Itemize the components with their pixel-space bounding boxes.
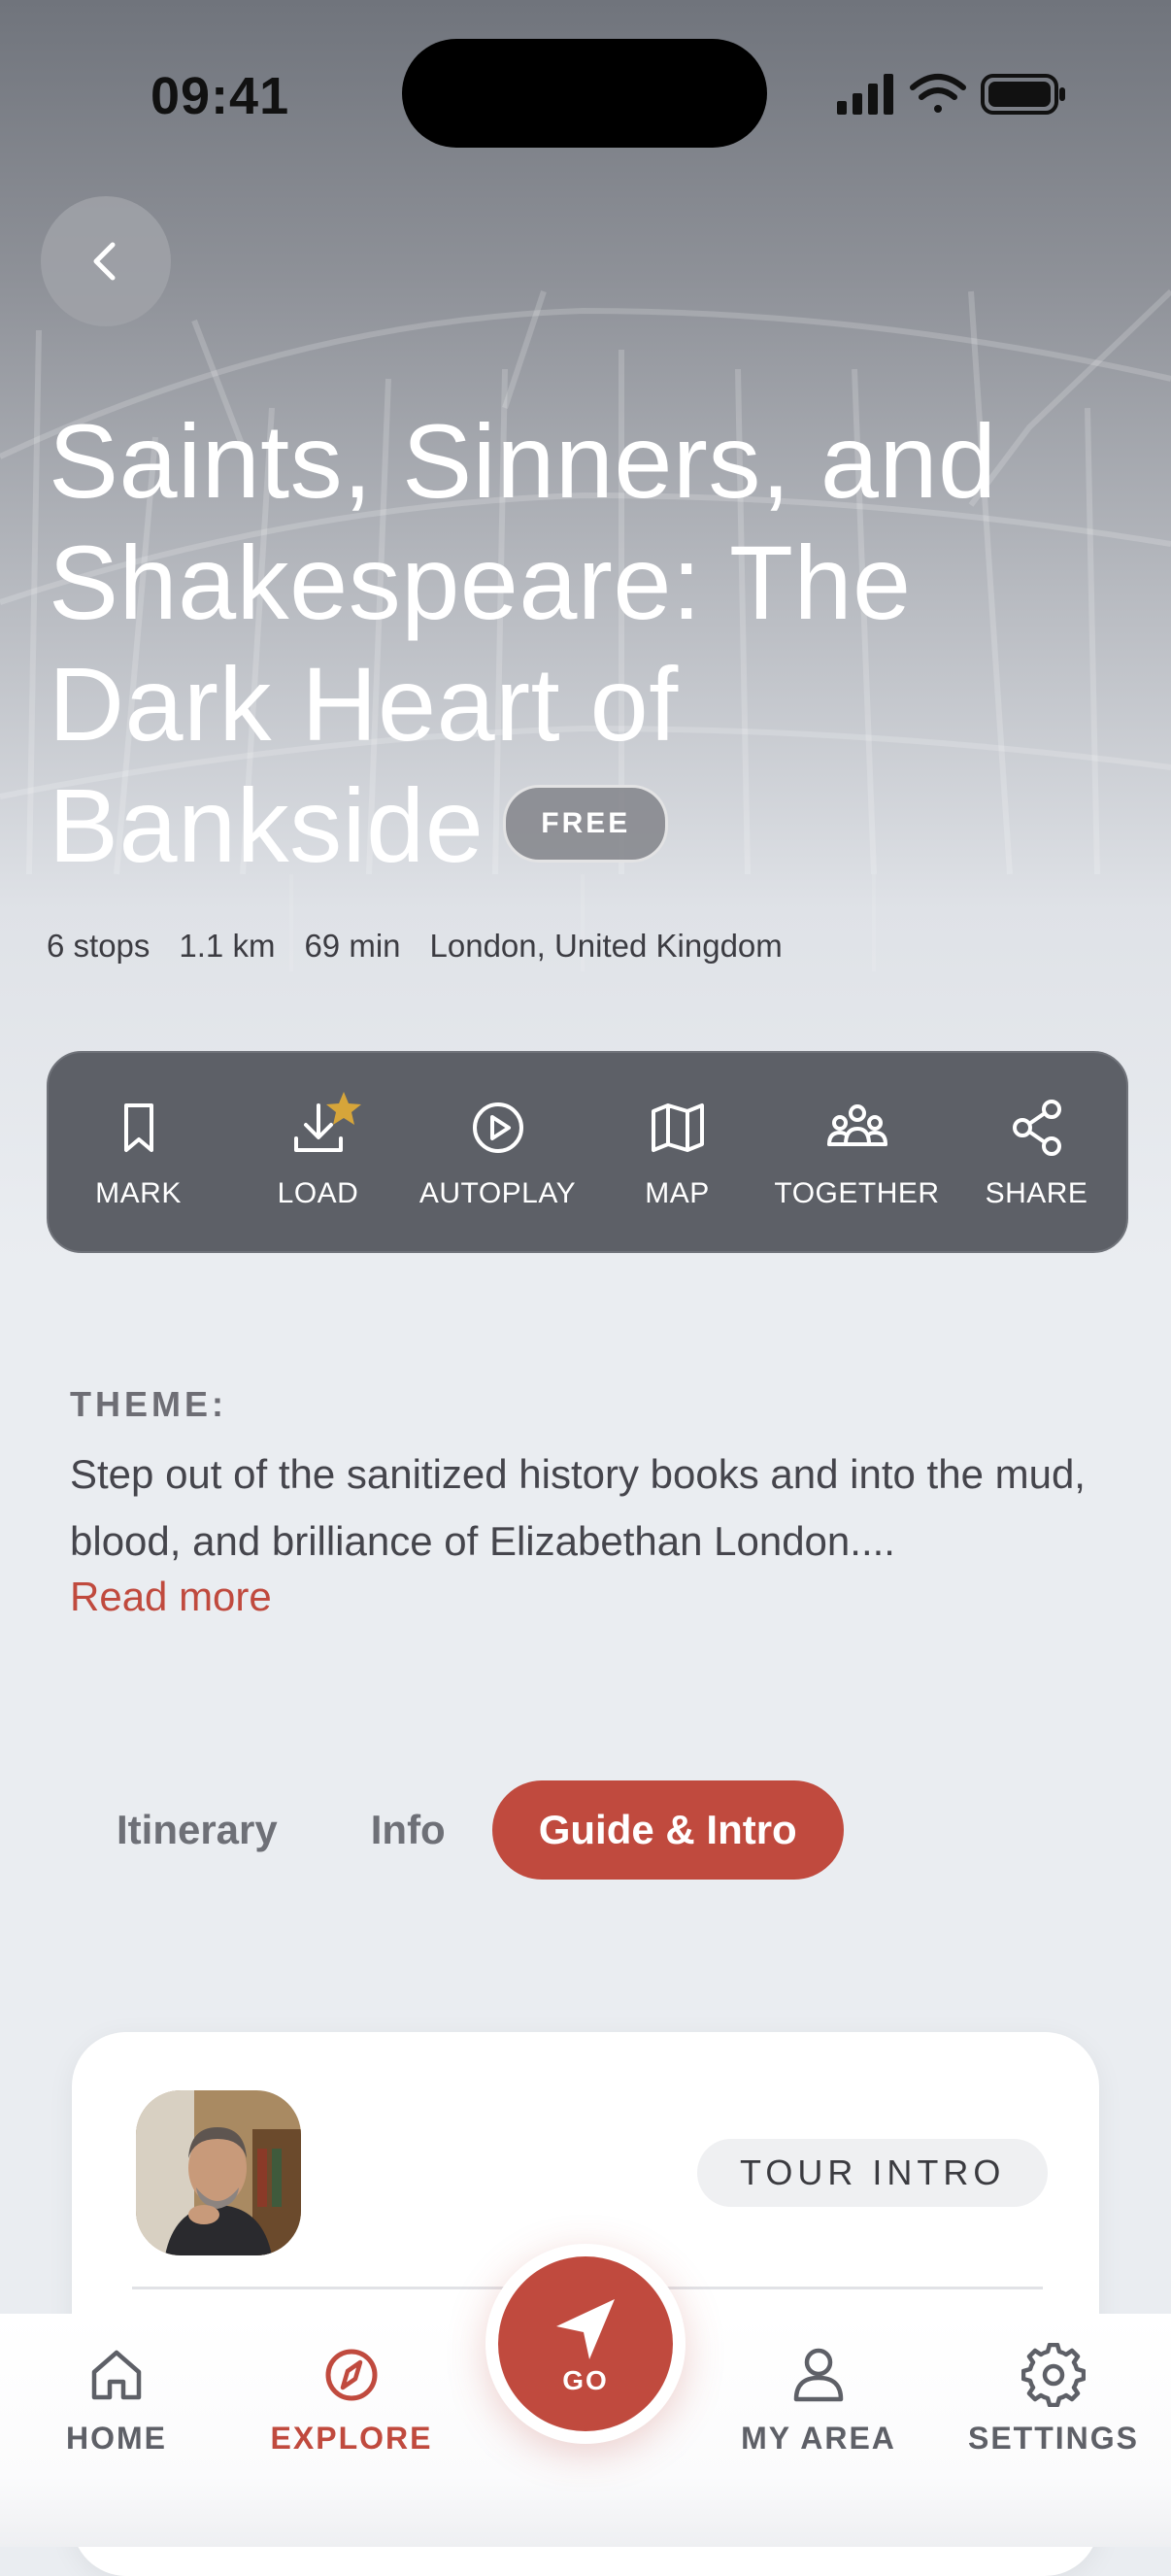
share-icon [1012,1100,1061,1156]
dynamic-island [402,39,767,148]
guide-avatar [136,2090,301,2255]
nav-settings[interactable]: SETTINGS [942,2343,1165,2457]
mark-button[interactable]: MARK [49,1053,228,1251]
home-icon [91,2350,142,2400]
meta-duration: 69 min [304,928,401,964]
tab-itinerary[interactable]: Itinerary [70,1780,324,1880]
meta-distance: 1.1 km [179,928,276,964]
theme-description: Step out of the sanitized history books … [70,1451,1086,1564]
mark-label: MARK [95,1177,182,1209]
meta-location: London, United Kingdom [429,928,783,964]
guide-portrait [136,2090,301,2255]
read-more-link[interactable]: Read more [70,1574,272,1620]
meta-stops: 6 stops [47,928,151,964]
nav-settings-label: SETTINGS [967,2421,1139,2456]
map-label: MAP [645,1177,710,1209]
nav-home[interactable]: HOME [5,2343,228,2457]
go-button[interactable]: GO [498,2256,673,2431]
load-label: LOAD [277,1177,359,1209]
theme-heading: THEME: [70,1384,227,1424]
nav-my-area-label: MY AREA [741,2421,896,2456]
tab-info[interactable]: Info [324,1780,492,1880]
signal-icon [837,74,893,115]
status-bar: 09:41 [0,0,1171,185]
together-button[interactable]: TOGETHER [767,1053,947,1251]
bookmark-icon [123,1103,153,1152]
chevron-left-icon [93,242,116,281]
battery-icon [981,74,1065,115]
person-icon [793,2348,844,2402]
action-bar: MARK LOAD AUTOPLAY MAP TOGETHER SHARE [47,1051,1128,1253]
load-button[interactable]: LOAD [228,1053,408,1251]
download-icon [293,1092,361,1152]
compass-icon [325,2349,378,2401]
nav-explore-label: EXPLORE [270,2421,433,2456]
back-button[interactable] [41,196,171,326]
status-time: 09:41 [151,67,290,125]
group-icon [826,1104,887,1146]
gear-icon [1021,2343,1086,2407]
navigation-arrow-icon [556,2299,615,2359]
map-icon [651,1103,704,1152]
price-badge: FREE [503,785,669,864]
map-button[interactable]: MAP [587,1053,767,1251]
together-label: TOGETHER [774,1177,940,1209]
share-label: SHARE [985,1177,1088,1209]
nav-explore[interactable]: EXPLORE [240,2343,463,2457]
autoplay-button[interactable]: AUTOPLAY [408,1053,587,1251]
nav-my-area[interactable]: MY AREA [707,2343,930,2457]
nav-home-label: HOME [66,2421,167,2456]
status-icons [837,74,1065,115]
tab-guide-intro[interactable]: Guide & Intro [491,1780,844,1880]
wifi-icon [910,74,966,113]
star-icon [325,1092,361,1125]
go-label: GO [562,2365,609,2395]
tour-tabs: Itinerary Info Guide & Intro [70,1780,844,1880]
autoplay-label: AUTOPLAY [418,1177,577,1209]
tour-title: Saints, Sinners, and Shakespeare: The Da… [49,400,1117,886]
tour-intro-badge: TOUR INTRO [697,2139,1049,2207]
play-circle-icon [472,1102,523,1153]
share-button[interactable]: SHARE [947,1053,1126,1251]
tour-meta: 6 stops 1.1 km 69 min London, United Kin… [47,928,783,965]
